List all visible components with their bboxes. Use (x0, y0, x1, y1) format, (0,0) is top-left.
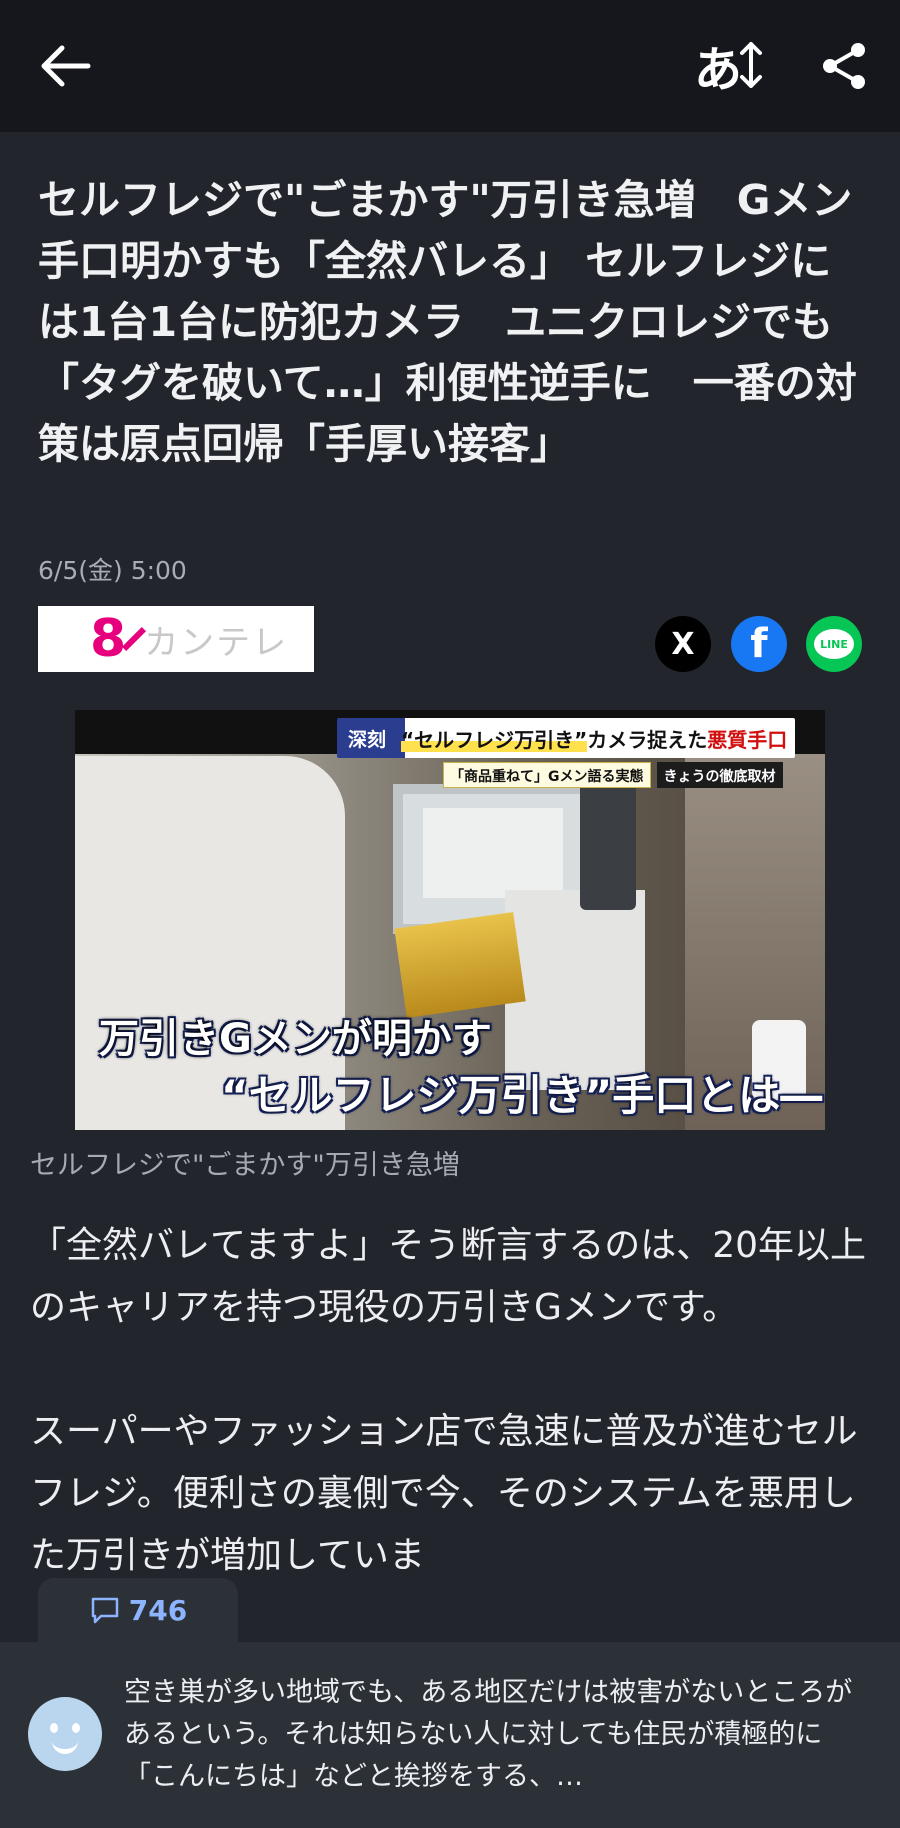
share-facebook-button[interactable]: f (731, 616, 787, 672)
arrow-left-icon (41, 45, 91, 87)
share-line-button[interactable]: LINE (806, 616, 862, 672)
back-button[interactable] (38, 42, 94, 90)
banner-middle: カメラ捉えた (587, 727, 708, 752)
body-paragraph-2: スーパーやファッション店で急速に普及が進むセルフレジ。便利さの裏側で今、そのシス… (30, 1411, 858, 1576)
line-icon: LINE (814, 629, 854, 659)
comments-count: 746 (128, 1593, 188, 1627)
share-button[interactable] (818, 40, 870, 92)
image-sub-banners: 「商品重ねて」Gメン語る実態 きょうの徹底取材 (443, 762, 783, 788)
avatar-mouth (52, 1737, 78, 1754)
image-register-body (505, 890, 645, 1090)
share-x-button[interactable]: X (655, 616, 711, 672)
comment-icon (91, 1597, 119, 1624)
source-logo-text: カンテレ (144, 622, 289, 663)
banner-main: “セルフレジ万引き”カメラ捉えた悪質手口 (397, 724, 795, 753)
source-logo-mark: 8 (90, 609, 127, 669)
banner-highlight: “セルフレジ万引き” (401, 727, 588, 752)
body-paragraph-1: 「全然バレてますよ」そう断言するのは、20年以上のキャリアを持つ現役の万引きGメ… (30, 1225, 867, 1328)
vertical-arrows-icon (740, 42, 763, 88)
top-app-bar: あ (0, 0, 900, 132)
image-card-terminal (580, 780, 636, 910)
facebook-icon: f (750, 621, 768, 667)
banner-red: 悪質手口 (707, 727, 788, 752)
avatar-eye-right (72, 1723, 80, 1733)
banner-tag: 深刻 (347, 728, 386, 751)
sub-banner-2: きょうの徹底取材 (656, 762, 783, 788)
image-headline-banner: 深刻 “セルフレジ万引き”カメラ捉えた悪質手口 (337, 718, 796, 758)
smiley-avatar-icon (28, 1697, 102, 1771)
image-caption-line-1: 万引きGメンが明かす (99, 1016, 492, 1062)
font-size-button[interactable]: あ (694, 36, 774, 98)
publish-date: 6/5(金) 5:00 (38, 556, 187, 585)
article-title: セルフレジで"ごまかす"万引き急増 Gメン手口明かすも「全然バレる」 セルフレジ… (38, 176, 857, 468)
image-caption: セルフレジで"ごまかす"万引き急増 (30, 1150, 460, 1181)
sub-banner-1: 「商品重ねて」Gメン語る実態 (443, 762, 651, 788)
image-register-lcd (423, 808, 563, 898)
avatar-eye-left (50, 1723, 58, 1733)
article-image[interactable]: 深刻 “セルフレジ万引き”カメラ捉えた悪質手口 「商品重ねて」Gメン語る実態 き… (75, 710, 825, 1130)
share-icon (823, 43, 865, 89)
comment-preview-text: 空き巣が多い地域でも、ある地区だけは被害がないところがあるという。それは知らない… (124, 1677, 853, 1792)
font-size-label: あ (694, 42, 743, 98)
source-logo[interactable]: 8 カンテレ (38, 606, 314, 672)
x-icon: X (671, 626, 695, 662)
comments-button[interactable]: 746 (38, 1578, 238, 1642)
image-caption-line-2: “セルフレジ万引き”手口とは― (221, 1071, 823, 1120)
image-beer-pack (394, 912, 526, 1018)
